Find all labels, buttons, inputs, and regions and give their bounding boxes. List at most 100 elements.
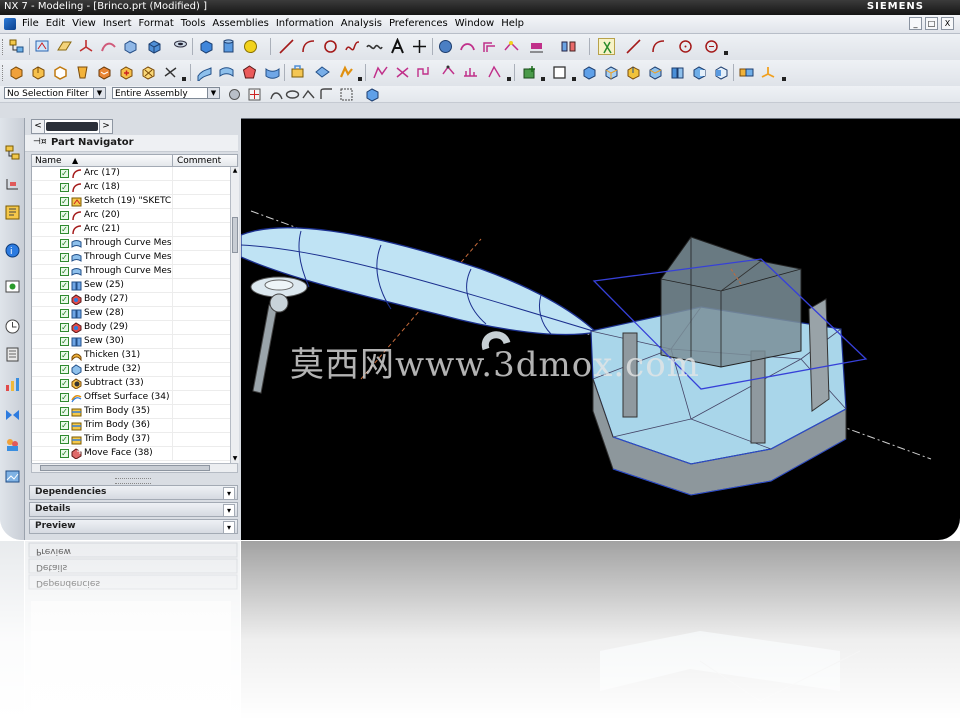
extension-icon[interactable]	[338, 64, 355, 81]
feature-row[interactable]: ✓ Sketch (19) "SKETC...	[32, 195, 231, 209]
circle-point-icon[interactable]	[703, 38, 720, 55]
front-view-icon[interactable]	[669, 64, 686, 81]
n-sided-surface-icon[interactable]	[241, 64, 258, 81]
control-poles-icon[interactable]	[416, 64, 433, 81]
wcs-cube-icon[interactable]	[364, 86, 379, 102]
visibility-checkbox[interactable]: ✓	[60, 239, 69, 248]
details-section[interactable]: Details ▾	[29, 502, 238, 517]
feature-row[interactable]: ✓ Offset Surface (34)	[32, 391, 231, 405]
tree-vertical-scrollbar[interactable]: ▲ ▼	[230, 167, 239, 463]
toolbar-overflow-icon[interactable]	[782, 73, 786, 81]
create-component-icon[interactable]	[521, 64, 538, 81]
toolbar-grip[interactable]	[2, 39, 6, 55]
line-toolbar-icon[interactable]	[625, 38, 642, 55]
swept-icon[interactable]	[100, 38, 117, 55]
menu-analysis[interactable]: Analysis	[341, 18, 382, 29]
feature-row[interactable]: ✓ Arc (17)	[32, 167, 231, 181]
menu-assemblies[interactable]: Assemblies	[212, 18, 268, 29]
text-icon[interactable]	[389, 38, 406, 55]
column-header-name[interactable]: Name	[35, 155, 62, 167]
sort-ascending-icon[interactable]: ▲	[72, 155, 78, 167]
graphics-window[interactable]: 莫西网www.3dmox.com	[241, 118, 960, 540]
sketch-icon[interactable]	[34, 38, 51, 55]
visibility-checkbox[interactable]: ✓	[60, 225, 69, 234]
scroll-right-icon[interactable]: >	[99, 120, 112, 133]
chevron-down-icon[interactable]: ▾	[223, 487, 235, 500]
visibility-checkbox[interactable]: ✓	[60, 337, 69, 346]
toolbar-overflow-icon[interactable]	[541, 73, 545, 81]
circle-center-icon[interactable]	[677, 38, 694, 55]
top-view-icon[interactable]	[647, 64, 664, 81]
type-filter-dropdown[interactable]: No Selection Filter ▼	[4, 87, 106, 99]
unite-icon[interactable]	[118, 64, 135, 81]
ruled-surface-icon[interactable]	[196, 64, 213, 81]
feature-row[interactable]: ✓ Through Curve Mes...	[32, 265, 231, 279]
visibility-checkbox[interactable]: ✓	[60, 169, 69, 178]
feature-row[interactable]: ✓ Body (27)	[32, 293, 231, 307]
menu-edit[interactable]: Edit	[46, 18, 65, 29]
feature-row[interactable]: ✓ Arc (20)	[32, 209, 231, 223]
process-studio-tab-icon[interactable]	[4, 376, 21, 393]
feature-row[interactable]: ✓ Extrude (32)	[32, 363, 231, 377]
spline-icon[interactable]	[344, 38, 361, 55]
isometric-view-icon[interactable]	[603, 64, 620, 81]
history-tab-icon[interactable]	[4, 318, 21, 335]
chevron-down-icon[interactable]: ▼	[207, 88, 219, 98]
feature-row[interactable]: ✓ Sew (25)	[32, 279, 231, 293]
feature-row[interactable]: ✓ Sew (30)	[32, 335, 231, 349]
cube-icon[interactable]	[198, 38, 215, 55]
reuse-library-tab-icon[interactable]: i	[4, 242, 21, 259]
trimetric-view-icon[interactable]	[625, 64, 642, 81]
selection-scope-dropdown[interactable]: Entire Assembly ▼	[112, 87, 220, 99]
system-scenes-tab-icon[interactable]	[4, 468, 21, 485]
wcs-icon[interactable]	[760, 64, 777, 81]
general-selection-icon[interactable]	[226, 86, 240, 100]
intersection-curve-icon[interactable]	[503, 38, 520, 55]
visibility-checkbox[interactable]: ✓	[60, 309, 69, 318]
toolbar-overflow-icon[interactable]	[572, 73, 576, 81]
face-blend-icon[interactable]	[96, 64, 113, 81]
tree-horizontal-scrollbar[interactable]	[31, 463, 238, 473]
associative-icon[interactable]	[598, 38, 615, 55]
rectangle-view-icon[interactable]	[551, 64, 568, 81]
left-view-icon[interactable]	[713, 64, 730, 81]
visibility-checkbox[interactable]: ✓	[60, 435, 69, 444]
menu-view[interactable]: View	[72, 18, 96, 29]
sheet-analysis-icon[interactable]	[462, 64, 479, 81]
nx-app-icon[interactable]	[4, 18, 16, 30]
constraint-navigator-tab-icon[interactable]	[4, 176, 21, 193]
feature-row[interactable]: ✓ Through Curve Mes...	[32, 251, 231, 265]
visibility-checkbox[interactable]: ✓	[60, 281, 69, 290]
datum-plane-icon[interactable]	[56, 38, 73, 55]
toolbar-overflow-icon[interactable]	[724, 47, 728, 55]
through-curves-icon[interactable]	[218, 64, 235, 81]
curve-analysis-icon[interactable]	[372, 64, 389, 81]
feature-row[interactable]: ✓ Trim Body (36)	[32, 419, 231, 433]
visibility-checkbox[interactable]: ✓	[60, 393, 69, 402]
visibility-checkbox[interactable]: ✓	[60, 253, 69, 262]
visibility-checkbox[interactable]: ✓	[60, 449, 69, 458]
trimmed-sheet-icon[interactable]	[314, 64, 331, 81]
visibility-checkbox[interactable]: ✓	[60, 267, 69, 276]
menu-information[interactable]: Information	[276, 18, 334, 29]
combined-projection-icon[interactable]	[437, 38, 454, 55]
menu-file[interactable]: File	[22, 18, 39, 29]
scroll-thumb[interactable]	[40, 465, 210, 471]
minimize-button[interactable]: _	[909, 17, 922, 30]
scroll-up-icon[interactable]: ▲	[231, 167, 239, 175]
bounded-plane-icon[interactable]	[289, 64, 306, 81]
arc-toolbar-icon[interactable]	[300, 38, 317, 55]
menu-insert[interactable]: Insert	[103, 18, 132, 29]
feature-row[interactable]: ✓ Trim Body (37)	[32, 433, 231, 447]
chevron-down-icon[interactable]: ▾	[223, 521, 235, 534]
bottom-view-icon[interactable]	[738, 64, 755, 81]
scroll-down-icon[interactable]: ▼	[231, 455, 239, 463]
mirror-curve-icon[interactable]	[560, 38, 577, 55]
pin-icon[interactable]: ⊣¤	[33, 137, 47, 147]
sphere-icon[interactable]	[242, 38, 259, 55]
roles-tab-icon[interactable]	[4, 436, 21, 453]
menu-preferences[interactable]: Preferences	[389, 18, 448, 29]
feature-row[interactable]: ✓ Through Curve Mes...	[32, 237, 231, 251]
dependencies-section[interactable]: Dependencies ▾	[29, 485, 238, 500]
scroll-thumb[interactable]	[232, 217, 238, 253]
